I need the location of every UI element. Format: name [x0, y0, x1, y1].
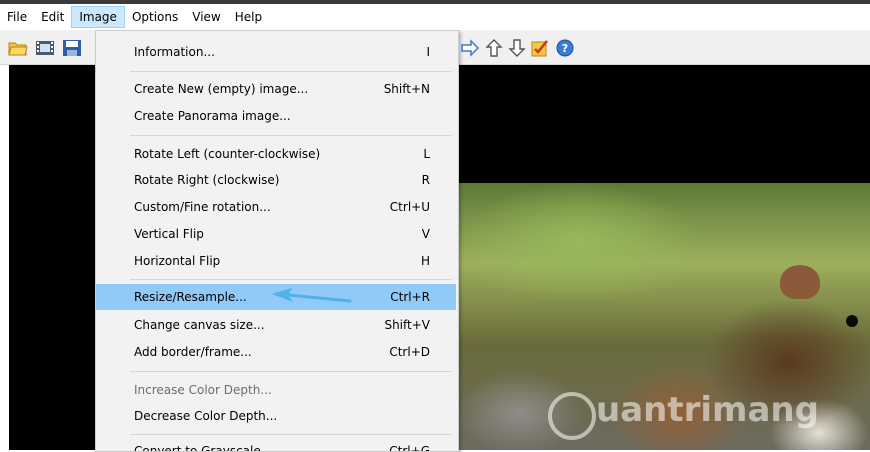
menu-item-shortcut: V: [421, 227, 430, 241]
menu-item-label: Create Panorama image...: [134, 109, 291, 123]
menu-separator: [130, 71, 452, 72]
menu-item-shortcut: Ctrl+R: [390, 290, 430, 304]
menu-separator: [130, 371, 452, 372]
image-dropdown-menu: Information... I Create New (empty) imag…: [95, 30, 459, 452]
menu-item-shortcut: I: [426, 45, 430, 59]
menu-item-shortcut: Shift+V: [384, 318, 430, 332]
menu-item-shortcut: H: [420, 254, 430, 268]
watermark-text: uantrimang: [596, 390, 819, 430]
menu-file[interactable]: File: [0, 6, 34, 28]
menu-separator: [130, 434, 452, 435]
menu-item-shortcut: L: [423, 147, 430, 161]
checkbox-icon[interactable]: [530, 38, 550, 58]
menu-item-create-panorama[interactable]: Create Panorama image...: [96, 103, 456, 129]
arrow-right-icon[interactable]: [460, 38, 480, 58]
menu-options[interactable]: Options: [125, 6, 185, 28]
menu-help[interactable]: Help: [228, 6, 269, 28]
menu-bar: File Edit Image Options View Help: [0, 4, 870, 30]
arrow-down-icon[interactable]: [507, 38, 527, 58]
menu-separator: [130, 279, 452, 280]
menu-item-rotate-right[interactable]: Rotate Right (clockwise) R: [96, 167, 456, 193]
menu-item-increase-color-depth: Increase Color Depth...: [96, 377, 456, 403]
menu-item-label: Add border/frame...: [134, 345, 252, 359]
watermark-logo: [548, 392, 596, 440]
menu-item-information[interactable]: Information... I: [96, 39, 456, 65]
menu-image[interactable]: Image: [71, 6, 125, 28]
menu-item-vertical-flip[interactable]: Vertical Flip V: [96, 221, 456, 247]
menu-item-add-border[interactable]: Add border/frame... Ctrl+D: [96, 339, 456, 365]
menu-item-label: Decrease Color Depth...: [134, 409, 278, 423]
menu-edit[interactable]: Edit: [34, 6, 71, 28]
menu-item-label: Resize/Resample...: [134, 290, 247, 304]
menu-item-rotate-left[interactable]: Rotate Left (counter-clockwise) L: [96, 141, 456, 167]
menu-item-custom-rotation[interactable]: Custom/Fine rotation... Ctrl+U: [96, 194, 456, 220]
menu-separator: [130, 135, 452, 136]
menu-item-label: Increase Color Depth...: [134, 383, 272, 397]
help-icon[interactable]: ?: [555, 38, 575, 58]
menu-item-create-new[interactable]: Create New (empty) image... Shift+N: [96, 76, 456, 102]
menu-item-label: Horizontal Flip: [134, 254, 221, 268]
menu-item-horizontal-flip[interactable]: Horizontal Flip H: [96, 248, 456, 274]
menu-item-label: Custom/Fine rotation...: [134, 200, 271, 214]
open-folder-icon[interactable]: [8, 38, 28, 58]
menu-item-decrease-color-depth[interactable]: Decrease Color Depth...: [96, 403, 456, 429]
menu-item-resize-resample[interactable]: Resize/Resample... Ctrl+R: [96, 284, 456, 310]
menu-item-shortcut: Ctrl+U: [389, 200, 430, 214]
save-icon[interactable]: [62, 38, 82, 58]
svg-text:?: ?: [562, 42, 568, 55]
menu-item-label: Information...: [134, 45, 215, 59]
menu-item-label: Change canvas size...: [134, 318, 265, 332]
menu-item-shortcut: Shift+N: [383, 82, 430, 96]
menu-item-shortcut: Ctrl+D: [389, 345, 430, 359]
menu-item-change-canvas[interactable]: Change canvas size... Shift+V: [96, 312, 456, 338]
menu-item-shortcut: R: [421, 173, 430, 187]
hamster-eye: [846, 315, 858, 327]
menu-item-label: Rotate Right (clockwise): [134, 173, 280, 187]
filmstrip-icon[interactable]: [35, 38, 55, 58]
arrow-up-icon[interactable]: [484, 38, 504, 58]
menu-item-label: Rotate Left (counter-clockwise): [134, 147, 321, 161]
menu-view[interactable]: View: [185, 6, 227, 28]
hamster-ear: [780, 265, 820, 299]
menu-item-label: Create New (empty) image...: [134, 82, 309, 96]
menu-item-label: Vertical Flip: [134, 227, 204, 241]
